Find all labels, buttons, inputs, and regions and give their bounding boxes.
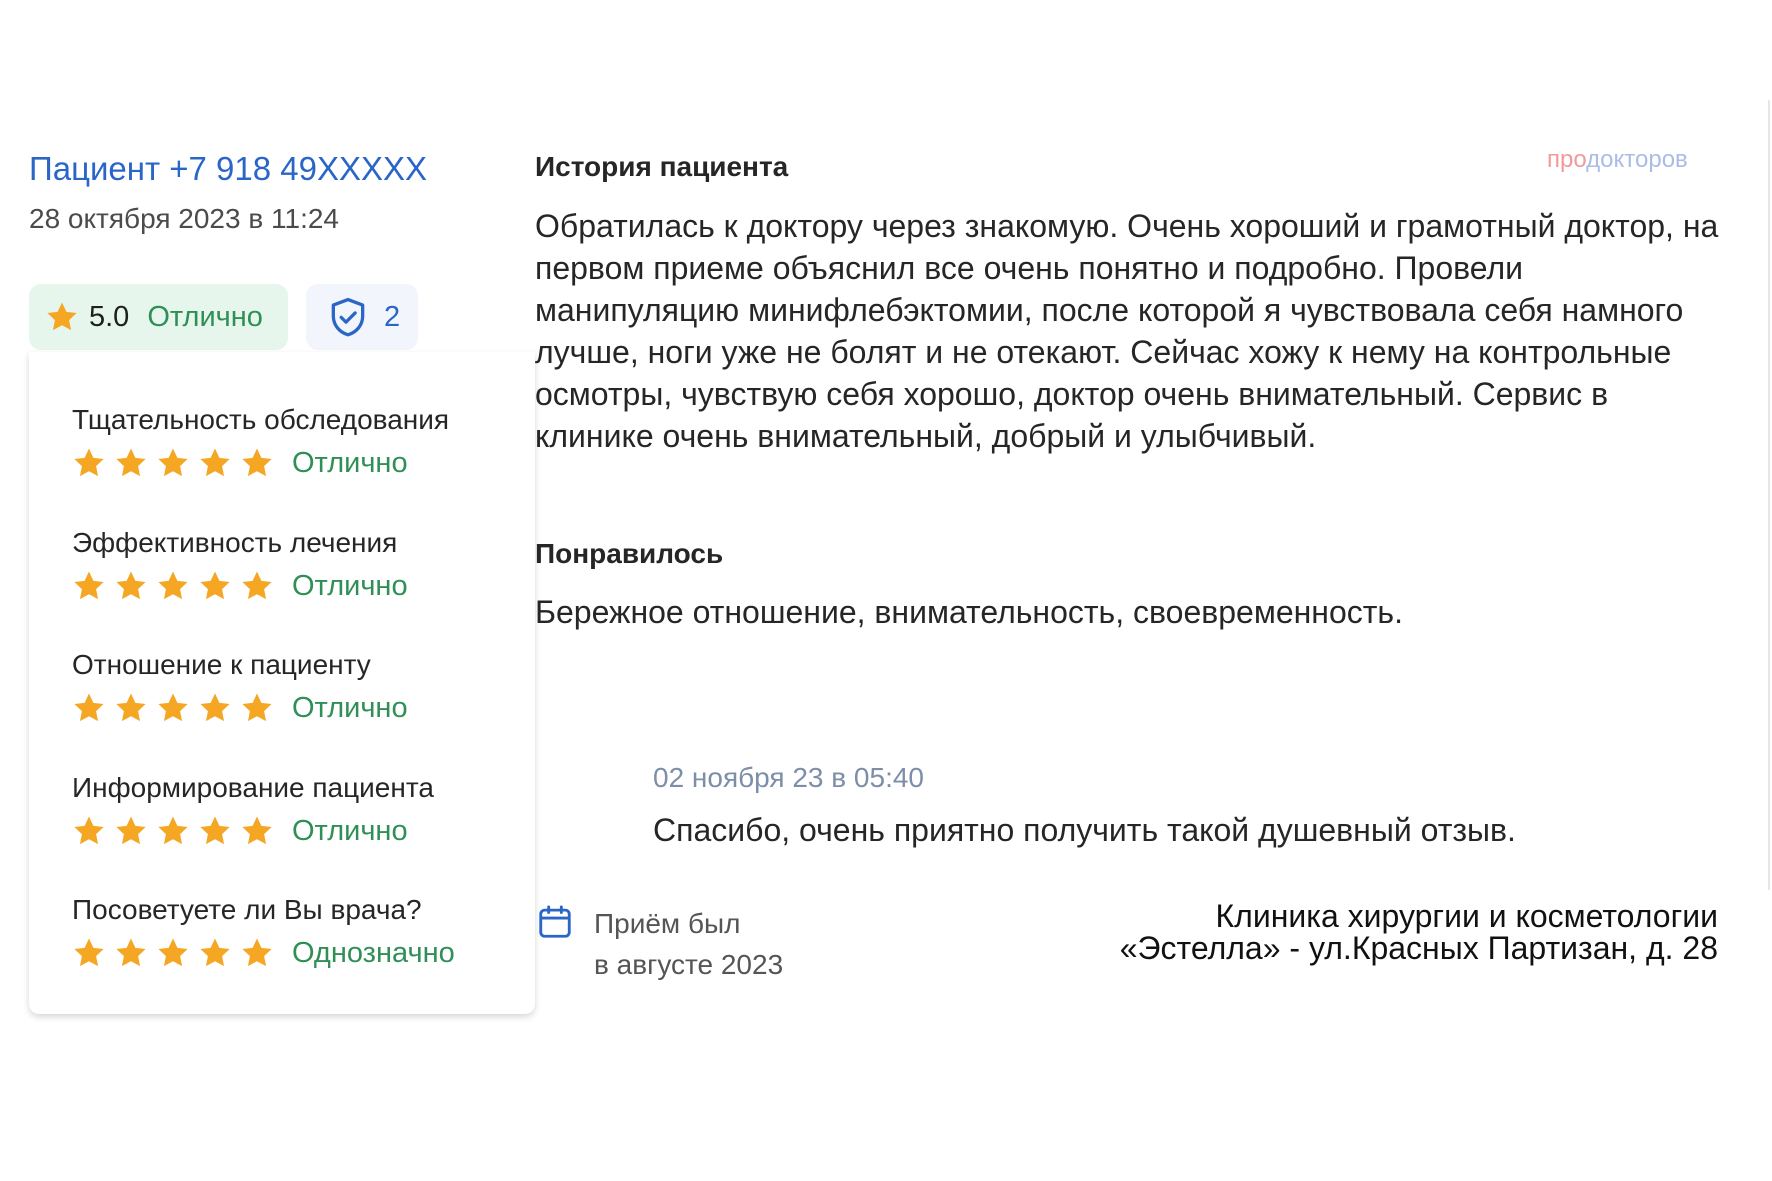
calendar-icon [539,905,571,938]
shield-check-icon [331,297,365,337]
criterion-label: Отношение к пациенту [72,649,371,680]
verified-count: 2 [384,300,401,333]
star-icon [242,938,272,967]
star-icon [200,448,230,477]
star-icon [158,448,188,477]
star-icon [116,693,146,722]
criterion-stars [72,569,282,603]
criterion-value: Отлично [292,814,408,847]
reply-date: 02 ноября 23 в 05:40 [653,762,925,793]
criterion-label: Эффективность лечения [72,527,398,558]
star-icon [200,571,230,600]
criterion: Отношение к пациенту Отлично [72,649,408,725]
clinic-name[interactable]: Клиника хирургии и косметологии «Эстелла… [1100,900,1718,964]
star-icon [200,693,230,722]
patient-name-link[interactable]: Пациент +7 918 49XXXXX [29,150,427,188]
overall-rating-badge: 5.0 Отлично [29,284,288,350]
liked-text: Бережное отношение, внимательность, свое… [535,594,1403,630]
star-icon [158,693,188,722]
star-icon [116,938,146,967]
criterion-stars [72,691,282,725]
verified-badge[interactable]: 2 [306,284,418,350]
star-icon [116,571,146,600]
criteria-card: Тщательность обследования Отлично Эффект… [29,352,535,1014]
criterion: Эффективность лечения Отлично [72,527,408,603]
star-icon [242,693,272,722]
star-icon [74,448,104,477]
criterion-label: Тщательность обследования [72,404,450,435]
criterion-value: Отлично [292,691,408,724]
star-icon [74,571,104,600]
star-icon [158,571,188,600]
criterion-stars [72,814,282,848]
criterion-value: Однозначно [292,936,455,969]
criterion-value: Отлично [292,446,408,479]
criterion-label: Информирование пациента [72,772,434,803]
star-icon [158,816,188,845]
star-icon [116,448,146,477]
star-icon [200,938,230,967]
visit-line-2: в августе 2023 [594,949,784,980]
star-icon [158,938,188,967]
visit-info: Приём был в августе 2023 [594,903,783,985]
star-icon [242,448,272,477]
history-heading: История пациента [535,151,789,182]
criterion-stars [72,936,282,970]
star-icon [242,571,272,600]
star-icon [74,938,104,967]
criterion: Посоветуете ли Вы врача? Однозначно [72,894,455,970]
star-icon [242,816,272,845]
logo-part-1: про [1547,146,1587,173]
criterion-label: Посоветуете ли Вы врача? [72,894,422,925]
overall-score: 5.0 [89,300,130,333]
criterion-value: Отлично [292,569,408,602]
star-icon [74,693,104,722]
star-icon [200,816,230,845]
criterion: Информирование пациента Отлично [72,772,434,848]
criterion-stars [72,446,282,480]
star-icon [74,816,104,845]
review-date: 28 октября 2023 в 11:24 [29,203,339,234]
logo-part-2: докторов [1586,146,1688,173]
criterion: Тщательность обследования Отлично [72,404,449,480]
divider-line [1768,100,1770,890]
reply-text: Спасибо, очень приятно получить такой ду… [653,812,1516,848]
visit-line-1: Приём был [594,908,741,939]
liked-heading: Понравилось [535,538,724,569]
history-text: Обратилась к доктору через знакомую. Оче… [535,208,1719,454]
star-icon [47,302,77,331]
star-icon [116,816,146,845]
prodoctorov-logo[interactable]: продокторов [1547,146,1688,174]
overall-score-word: Отлично [147,300,263,333]
